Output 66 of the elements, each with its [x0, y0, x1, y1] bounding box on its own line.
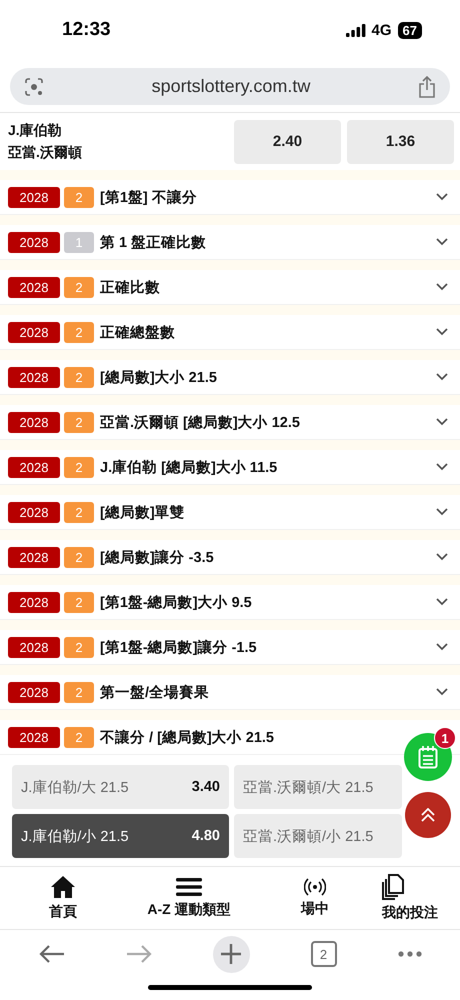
count-tag: 2: [64, 366, 94, 388]
market-title: [總局數]單雙: [100, 504, 186, 522]
year-tag: 2028: [8, 232, 60, 252]
bet-option[interactable]: 亞當.沃爾頓/大 21.5: [234, 765, 402, 809]
count-tag: 2: [64, 592, 94, 612]
network-label: 4G: [372, 22, 392, 38]
bet-option[interactable]: J.庫伯勒/大 21.5 3.40: [12, 765, 229, 809]
nav-tab[interactable]: 場中: [252, 867, 378, 929]
year-tag: 2028: [8, 592, 60, 612]
market-header[interactable]: 2028 2 亞當.沃爾頓 [總局數]大小 12.5: [0, 405, 460, 440]
market-header[interactable]: 2028 2 [總局數]單雙: [0, 495, 460, 530]
market-header[interactable]: 2028 2 第一盤/全場賽果: [0, 675, 460, 710]
team-name: 亞當.沃爾頓: [8, 144, 83, 162]
market-title: [第1盤-總局數]大小 9.5: [100, 594, 253, 612]
nav-tab[interactable]: A-Z 運動類型: [126, 867, 252, 929]
market-header[interactable]: 2028 2 [總局數]大小 21.5: [0, 360, 460, 395]
market-title: [總局數]大小 21.5: [100, 368, 218, 386]
count-tag: 2: [64, 322, 94, 342]
market-title: 正確比數: [100, 278, 161, 296]
market-title: J.庫伯勒 [總局數]大小 11.5: [100, 458, 278, 476]
team-name: J.庫伯勒: [8, 122, 63, 140]
market-header[interactable]: 2028 2 [第1盤-總局數]讓分 -1.5: [0, 630, 460, 665]
nav-tab[interactable]: 首頁: [0, 867, 126, 929]
clock-time: 12:33: [62, 19, 111, 41]
year-tag: 2028: [8, 636, 60, 658]
year-tag: 2028: [8, 682, 60, 702]
year-tag: 2028: [8, 456, 60, 478]
market-title: 不讓分 / [總局數]大小 21.5: [100, 728, 275, 746]
market-header[interactable]: 2028 2 [第1盤] 不讓分: [0, 180, 460, 215]
count-tag: 2: [64, 636, 94, 658]
market-header[interactable]: 2028 2 正確比數: [0, 270, 460, 305]
market-title: 第一盤/全場賽果: [100, 684, 210, 702]
year-tag: 2028: [8, 726, 60, 748]
market-title: [總局數]讓分 -3.5: [100, 548, 215, 566]
market-header[interactable]: 2028 2 [總局數]讓分 -3.5: [0, 540, 460, 575]
nav-tab[interactable]: 我的投注: [378, 867, 460, 929]
count-tag: 2: [64, 456, 94, 478]
count-tag: 2: [64, 412, 94, 432]
year-tag: 2028: [8, 412, 60, 432]
count-tag: 2: [64, 682, 94, 702]
count-tag: 2: [64, 502, 94, 522]
market-title: [第1盤] 不讓分: [100, 188, 198, 206]
market-title: [第1盤-總局數]讓分 -1.5: [100, 638, 258, 656]
year-tag: 2028: [8, 186, 60, 208]
market-title: 正確總盤數: [100, 324, 176, 342]
bet-option[interactable]: J.庫伯勒/小 21.5 4.80: [12, 814, 229, 858]
count-tag: 2: [64, 726, 94, 748]
odds-button[interactable]: 2.40: [234, 120, 341, 164]
year-tag: 2028: [8, 366, 60, 388]
tab-count-button[interactable]: 2: [310, 941, 336, 967]
market-title: 第 1 盤正確比數: [100, 234, 208, 252]
year-tag: 2028: [8, 322, 60, 342]
year-tag: 2028: [8, 546, 60, 568]
market-header[interactable]: 2028 2 [第1盤-總局數]大小 9.5: [0, 585, 460, 620]
bet-option[interactable]: 亞當.沃爾頓/小 21.5: [234, 814, 402, 858]
market-title: 亞當.沃爾頓 [總局數]大小 12.5: [100, 414, 301, 432]
odds-button[interactable]: 1.36: [347, 120, 454, 164]
address-bar[interactable]: sportslottery.com.tw: [10, 68, 450, 105]
battery-level: 67: [398, 22, 422, 38]
year-tag: 2028: [8, 276, 60, 298]
year-tag: 2028: [8, 502, 60, 522]
count-tag: 2: [64, 276, 94, 298]
count-tag: 2: [64, 186, 94, 208]
count-tag: 2: [64, 546, 94, 568]
market-header[interactable]: 2028 2 J.庫伯勒 [總局數]大小 11.5: [0, 450, 460, 485]
market-header[interactable]: 2028 2 正確總盤數: [0, 315, 460, 350]
